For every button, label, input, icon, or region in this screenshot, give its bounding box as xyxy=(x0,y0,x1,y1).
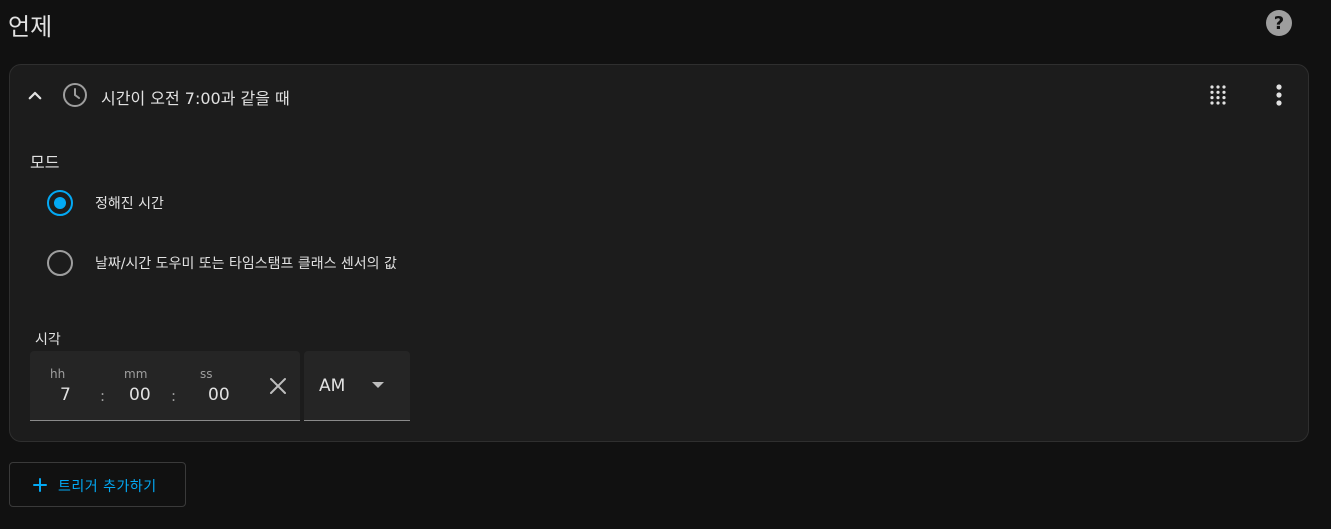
plus-icon xyxy=(30,475,50,495)
minutes-input[interactable]: 00 xyxy=(129,385,151,405)
minutes-unit-label: mm xyxy=(124,367,148,381)
time-separator: : xyxy=(100,387,106,405)
add-trigger-button[interactable]: 트리거 추가하기 xyxy=(9,462,186,507)
radio-button-checked[interactable] xyxy=(47,190,73,216)
time-label: 시각 xyxy=(35,332,61,348)
page-title: 언제 xyxy=(8,13,53,41)
trigger-card-header[interactable]: 시간이 오전 7:00과 같을 때 xyxy=(10,65,1308,127)
clock-icon xyxy=(62,82,88,108)
trigger-card: 시간이 오전 7:00과 같을 때 모드 정해진 시간 날짜/시간 도우미 또는… xyxy=(9,64,1309,442)
ampm-value: AM xyxy=(319,376,346,396)
hours-input[interactable]: 7 xyxy=(60,385,71,405)
add-trigger-label: 트리거 추가하기 xyxy=(58,479,157,495)
drag-handle-icon[interactable] xyxy=(1207,84,1229,106)
radio-fixed-time[interactable]: 정해진 시간 xyxy=(47,189,164,217)
radio-fixed-time-label: 정해진 시간 xyxy=(95,196,164,212)
help-icon[interactable]: ? xyxy=(1266,10,1292,36)
mode-label: 모드 xyxy=(30,153,60,172)
time-input[interactable]: hh 7 : mm 00 : ss 00 xyxy=(30,351,300,421)
chevron-up-icon[interactable] xyxy=(22,83,48,109)
more-vertical-icon[interactable] xyxy=(1267,82,1291,108)
close-icon[interactable] xyxy=(267,375,289,397)
caret-down-icon xyxy=(372,382,384,388)
ampm-select[interactable]: AM xyxy=(304,351,410,421)
radio-helper-sensor-label: 날짜/시간 도우미 또는 타임스탬프 클래스 센서의 값 xyxy=(95,256,397,272)
hours-unit-label: hh xyxy=(50,367,66,381)
seconds-unit-label: ss xyxy=(200,367,213,381)
radio-button-unchecked[interactable] xyxy=(47,250,73,276)
radio-helper-sensor[interactable]: 날짜/시간 도우미 또는 타임스탬프 클래스 센서의 값 xyxy=(47,249,397,277)
trigger-title: 시간이 오전 7:00과 같을 때 xyxy=(101,89,290,108)
time-separator: : xyxy=(171,387,177,405)
seconds-input[interactable]: 00 xyxy=(208,385,230,405)
help-icon-glyph: ? xyxy=(1273,12,1285,34)
